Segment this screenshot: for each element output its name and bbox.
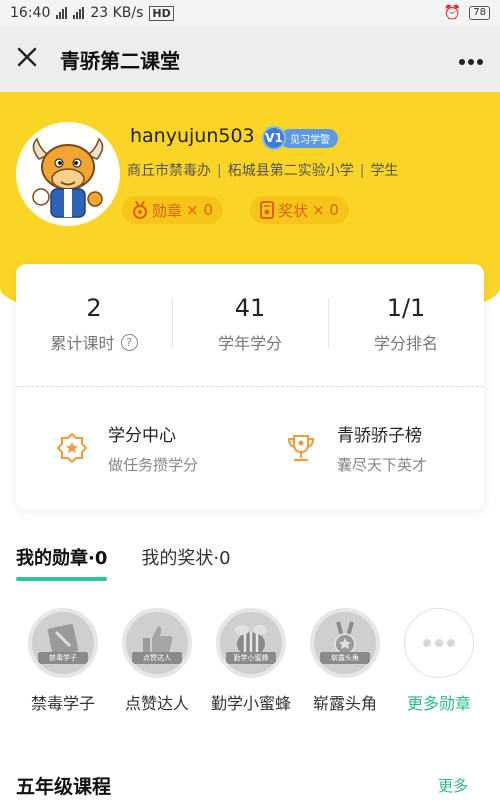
stat-label: 学分排名 (373, 334, 438, 353)
badge-label: 禁毒学子 (30, 694, 95, 713)
badge-tabs: 我的勋章·0 我的奖状·0 (16, 544, 231, 581)
leaderboard-link[interactable]: 青骄骄子榜 囊尽天下英才 (255, 387, 484, 509)
medal-label: 勋章 (152, 201, 183, 220)
badge-ribbon: 点赞达人 (132, 652, 182, 664)
section-more-link[interactable]: 更多 (438, 775, 468, 796)
badge-item[interactable]: 崭露头角 崭露头角 (298, 608, 392, 714)
stats-row: 2 累计课时 ? 41 学年学分 1/1 学分排名 (16, 264, 484, 386)
hd-icon: HD (149, 5, 174, 21)
level-badge: V1 见习学警 (262, 126, 338, 150)
stat-year-credits[interactable]: 41 学年学分 (172, 264, 328, 386)
status-time: 16:40 (10, 5, 51, 21)
signal-icon (56, 7, 68, 19)
affiliation-line: 商丘市禁毒办 | 柘城县第二实验小学 | 学生 (127, 160, 398, 180)
stat-value: 1/1 (386, 294, 426, 322)
level-value: V1 (262, 126, 286, 150)
link-subtitle: 囊尽天下英才 (337, 456, 428, 474)
badge-bee-icon: 勤学小蜜蜂 (216, 608, 286, 678)
badge-thumbs-up-icon: 点赞达人 (122, 608, 192, 678)
more-badges-label: 更多勋章 (406, 694, 471, 713)
award-count-pill[interactable]: 奖状 × 0 (250, 196, 349, 224)
badge-label: 崭露头角 (312, 694, 377, 713)
username: hanyujun503 (130, 125, 255, 147)
badge-label: 点赞达人 (124, 694, 189, 713)
stat-label: 累计课时 (50, 334, 115, 353)
divider: | (359, 163, 365, 179)
medal-icon (334, 621, 356, 655)
medal-icon (133, 201, 147, 219)
stat-credit-rank[interactable]: 1/1 学分排名 (328, 264, 484, 386)
bull-mascot-icon (19, 125, 117, 223)
stat-total-hours[interactable]: 2 累计课时 ? (16, 264, 172, 386)
award-label: 奖状 (278, 201, 309, 220)
badge-label: 勤学小蜜蜂 (210, 694, 291, 713)
avatar[interactable] (16, 122, 120, 226)
level-title: 见习学警 (280, 128, 338, 148)
award-count: × 0 (312, 201, 339, 219)
stat-value: 2 (86, 294, 102, 322)
nav-bar: 青骄第二课堂 (0, 26, 500, 92)
stat-label: 学年学分 (217, 334, 282, 353)
signal-icon (73, 7, 85, 19)
link-text: 学分中心 做任务攒学分 (108, 421, 198, 475)
link-text: 青骄骄子榜 囊尽天下英才 (337, 421, 427, 475)
tab-my-awards[interactable]: 我的奖状·0 (141, 544, 230, 578)
close-icon[interactable] (16, 45, 46, 73)
status-bar: 16:40 23 KB/s HD ⏰ 78 (0, 0, 500, 26)
badge-item[interactable]: 点赞达人 点赞达人 (110, 608, 204, 714)
tab-my-medals[interactable]: 我的勋章·0 (16, 544, 108, 581)
stat-label-wrap: 累计课时 ? (16, 330, 172, 354)
more-dots-icon (404, 608, 474, 678)
divider: | (217, 163, 222, 179)
more-badges-button[interactable]: 更多勋章 (392, 608, 486, 714)
link-title: 学分中心 (108, 426, 176, 446)
link-subtitle: 做任务攒学分 (108, 456, 199, 474)
stat-value: 41 (234, 294, 266, 322)
badge-ribbon: 勤学小蜜蜂 (226, 652, 276, 664)
trophy-icon (287, 435, 315, 462)
badge-medal-icon: 崭露头角 (310, 608, 380, 678)
medal-count: × 0 (186, 201, 213, 219)
link-title: 青骄骄子榜 (337, 426, 422, 446)
book-icon (47, 623, 79, 657)
star-badge-icon (56, 432, 88, 464)
badge-list: 禁毒学子 禁毒学子 点赞达人 点赞达人 勤学小蜜蜂 勤学小蜜蜂 崭露头角 崭露头… (0, 608, 500, 714)
page-title: 青骄第二课堂 (60, 48, 180, 73)
role-name: 学生 (370, 163, 399, 179)
org-name: 商丘市禁毒办 (127, 163, 211, 179)
help-icon[interactable]: ? (120, 333, 138, 351)
section-title: 五年级课程 (16, 776, 112, 798)
network-speed: 23 KB/s (90, 5, 144, 21)
credit-center-link[interactable]: 学分中心 做任务攒学分 (16, 387, 255, 509)
certificate-icon (260, 201, 274, 219)
medal-count-pill[interactable]: 勋章 × 0 (122, 196, 223, 224)
thumbs-up-icon (143, 626, 173, 654)
school-name: 柘城县第二实验小学 (227, 163, 354, 179)
more-menu-icon[interactable] (458, 47, 484, 72)
stats-card: 2 累计课时 ? 41 学年学分 1/1 学分排名 学分中心 做任务攒学分 青骄… (16, 264, 484, 510)
alarm-icon: ⏰ (443, 5, 462, 21)
badge-anti-drug-icon: 禁毒学子 (28, 608, 98, 678)
quick-links: 学分中心 做任务攒学分 青骄骄子榜 囊尽天下英才 (16, 387, 484, 509)
badge-ribbon: 崭露头角 (320, 652, 370, 664)
badge-ribbon: 禁毒学子 (38, 652, 88, 664)
badge-item[interactable]: 勤学小蜜蜂 勤学小蜜蜂 (204, 608, 298, 714)
badge-item[interactable]: 禁毒学子 禁毒学子 (16, 608, 110, 714)
battery-icon: 78 (469, 6, 490, 20)
bee-icon (235, 625, 267, 656)
